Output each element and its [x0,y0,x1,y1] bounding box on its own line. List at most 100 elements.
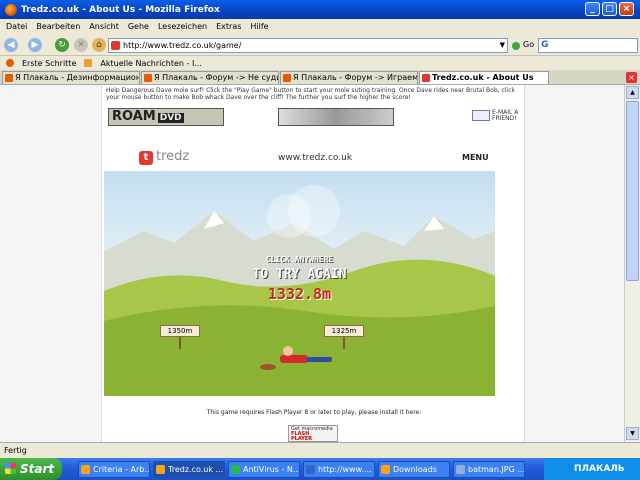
url-text: http://www.tredz.co.uk/game/ [123,41,242,50]
distance-sign-2: 1325m [324,325,364,337]
tab-label: Я Плакаль - Форум -> Играем!!! ... [293,73,418,82]
scrollbar-thumb[interactable] [626,101,639,281]
email-icon[interactable] [472,110,490,121]
tray-label: ПЛАКАЛЬ [574,464,625,474]
game-canvas[interactable]: CLICK ANYWHERE TO TRY AGAIN 1332.8m 1350… [104,171,495,396]
game-score: 1332.8m [267,285,332,303]
dropdown-arrow-icon[interactable]: ▼ [500,39,505,52]
close-button[interactable]: × [619,2,634,16]
page-viewport: Help Dangerous Dave mole surf! Click the… [0,85,624,442]
page-body: Help Dangerous Dave mole surf! Click the… [101,85,525,442]
home-icon[interactable]: ⌂ [92,38,106,52]
url-input[interactable]: http://www.tredz.co.uk/game/ ▼ [108,38,508,53]
firefox-icon [81,465,90,474]
menu-datei[interactable]: Datei [6,22,27,31]
scroll-down-icon[interactable]: ▼ [626,427,639,440]
game-instructions: Help Dangerous Dave mole surf! Click the… [106,87,515,101]
menu-extras[interactable]: Extras [216,22,241,31]
menu-lesezeichen[interactable]: Lesezeichen [158,22,207,31]
sign-post [343,337,345,349]
tab-yaplakal-3[interactable]: Я Плакаль - Форум -> Играем!!! ... [280,71,418,84]
tab-favicon [283,74,291,82]
bookmarks-toolbar: Erste Schritte Aktuelle Nachrichten - I.… [0,56,640,70]
game-message-line2: TO TRY AGAIN [252,267,347,282]
go-button[interactable]: Go [523,40,534,49]
search-input[interactable]: G [538,38,638,53]
tab-tredz[interactable]: Tredz.co.uk - About Us [419,71,549,84]
bookmark-aktuelle-nachrichten[interactable]: Aktuelle Nachrichten - I... [100,59,202,68]
bookmark-icon [6,59,14,67]
banner-dvd-text: DVD [157,113,184,123]
taskbar-item-label: Tredz.co.uk ... [168,465,224,474]
tredz-logo-icon: t [139,151,153,165]
forward-icon[interactable]: ▶ [28,38,42,52]
menu-gehe[interactable]: Gehe [128,22,149,31]
taskbar-item-downloads[interactable]: Downloads [378,461,450,478]
menu-hilfe[interactable]: Hilfe [250,22,268,31]
taskbar-item-label: batman.JPG ... [468,465,525,474]
close-tab-icon[interactable]: × [626,72,637,83]
menu-bar: Datei Bearbeiten Ansicht Gehe Lesezeiche… [0,19,640,34]
email-label-2: FRIEND! [492,115,517,122]
banner-roam-text: ROAM [112,109,156,124]
menu-ansicht[interactable]: Ansicht [89,22,119,31]
navigation-toolbar: ◀ ▶ ↻ ✕ ⌂ http://www.tredz.co.uk/game/ ▼… [0,34,640,56]
taskbar-item-tredz[interactable]: Tredz.co.uk ... [153,461,225,478]
back-icon[interactable]: ◀ [4,38,18,52]
go-icon[interactable] [512,42,520,50]
taskbar-item-label: Criteria - Arb... [93,465,150,474]
vertical-scrollbar[interactable]: ▲ ▼ [624,85,640,442]
email-friend-link[interactable]: E-MAIL A FRIEND! [492,110,518,122]
taskbar-item-label: AntiVirus - N... [243,465,300,474]
menu-bearbeiten[interactable]: Bearbeiten [36,22,80,31]
firefox-icon [381,465,390,474]
tab-label: Я Плакаль - Дезинформационны... [15,73,140,82]
taskbar-item-http[interactable]: http://www.... [303,461,375,478]
site-favicon [111,41,120,50]
system-tray: ПЛАКАЛЬ [544,458,640,480]
tab-favicon [5,74,13,82]
game-message-line1: CLICK ANYWHERE [265,255,334,264]
image-icon [456,465,465,474]
tab-strip: Я Плакаль - Дезинформационны... Я Плакал… [0,70,640,85]
distance-sign-1: 1350m [160,325,200,337]
cloud [288,185,340,237]
site-url-label: www.tredz.co.uk [278,153,353,163]
reload-icon[interactable]: ↻ [55,38,69,52]
tab-favicon [144,74,152,82]
start-button[interactable]: Start [0,458,62,480]
app-icon [231,465,240,474]
taskbar-item-antivirus[interactable]: AntiVirus - N... [228,461,300,478]
roam-dvd-banner[interactable]: ROAM DVD [108,108,224,126]
tab-label: Я Плакаль - Форум -> Не судит... [154,73,278,82]
tab-label: Tredz.co.uk - About Us [432,73,534,82]
sign-post [179,337,181,349]
firefox-icon [5,3,17,16]
search-engine-icon[interactable]: G [541,40,548,50]
taskbar-item-criteria[interactable]: Criteria - Arb... [78,461,150,478]
status-bar: Fertig [0,442,640,458]
game-menu-button[interactable]: MENU [462,153,489,162]
tab-yaplakal-1[interactable]: Я Плакаль - Дезинформационны... [2,71,140,84]
stop-icon[interactable]: ✕ [74,38,88,52]
windows-logo-icon [5,463,16,474]
flash-requirement-text: This game requires Flash Player 8 or lat… [206,409,422,416]
dave-character [260,346,332,370]
window-title: Tredz.co.uk - About Us - Mozilla Firefox [21,4,220,15]
bookmark-erste-schritte[interactable]: Erste Schritte [22,59,76,68]
minimize-button[interactable]: _ [585,2,600,16]
tab-yaplakal-2[interactable]: Я Плакаль - Форум -> Не судит... [141,71,279,84]
start-label: Start [20,462,55,476]
banner-ad-image[interactable] [278,108,394,126]
scroll-up-icon[interactable]: ▲ [626,86,639,99]
taskbar-item-label: http://www.... [318,465,372,474]
taskbar-item-label: Downloads [393,465,437,474]
ie-icon [306,465,315,474]
taskbar-item-batman[interactable]: batman.JPG ... [453,461,525,478]
status-text: Fertig [4,446,27,455]
tab-favicon [422,74,430,82]
rss-icon [84,59,93,67]
maximize-button[interactable]: □ [602,2,617,16]
taskbar: Start Criteria - Arb... Tredz.co.uk ... … [0,458,640,480]
get-flash-player-badge[interactable]: Get macromedia FLASH PLAYER [288,425,338,442]
